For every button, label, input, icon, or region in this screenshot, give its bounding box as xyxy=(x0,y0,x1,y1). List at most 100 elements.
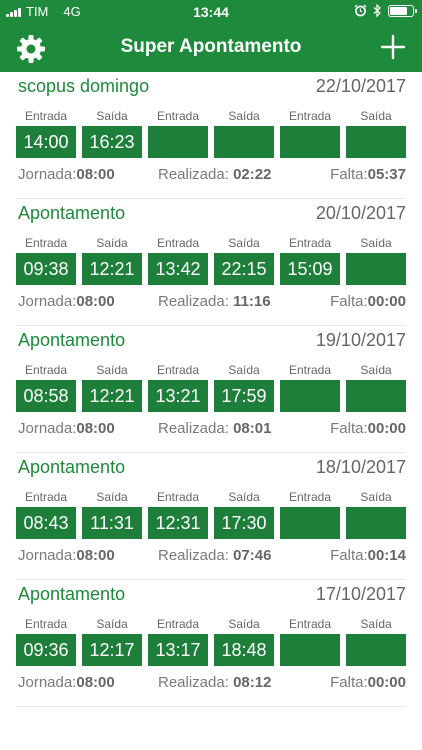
entrada-time-box[interactable] xyxy=(148,126,208,158)
falta-summary: Falta:05:37 xyxy=(330,166,406,183)
entrada-time-box[interactable]: 08:43 xyxy=(16,507,76,539)
time-slot: Entrada 13:17 xyxy=(148,616,208,666)
jornada-summary: Jornada:08:00 xyxy=(18,293,115,310)
entrada-label: Entrada xyxy=(288,363,332,377)
falta-value: 05:37 xyxy=(367,166,406,183)
entrada-label: Entrada xyxy=(156,363,200,377)
time-slot: Saída xyxy=(346,235,406,285)
jornada-label: Jornada: xyxy=(18,293,77,310)
saida-time-box[interactable] xyxy=(346,507,406,539)
falta-summary: Falta:00:14 xyxy=(330,547,406,564)
realizada-value: 08:12 xyxy=(233,674,272,691)
entrada-label: Entrada xyxy=(156,617,200,631)
realizada-label: Realizada: xyxy=(158,674,229,691)
list-item[interactable]: Apontamento 17/10/2017 Entrada 09:36 Saída 12… xyxy=(16,580,406,707)
realizada-value: 08:01 xyxy=(233,420,272,437)
entrada-time-box[interactable]: 09:38 xyxy=(16,253,76,285)
saida-time-box[interactable]: 18:48 xyxy=(214,634,274,666)
list-item[interactable]: Apontamento 19/10/2017 Entrada 08:58 Saída 12… xyxy=(16,326,406,453)
time-slot: Saída 17:30 xyxy=(214,489,274,539)
saida-time-box[interactable] xyxy=(346,253,406,285)
entrada-time-box[interactable] xyxy=(280,126,340,158)
entry-summary: Jornada:08:00 Realizada: 02:22 Falta:05:37 xyxy=(18,166,406,186)
time-slot: Entrada 13:42 xyxy=(148,235,208,285)
realizada-label: Realizada: xyxy=(158,293,229,310)
jornada-summary: Jornada:08:00 xyxy=(18,547,115,564)
jornada-summary: Jornada:08:00 xyxy=(18,166,115,183)
time-slot: Saída 18:48 xyxy=(214,616,274,666)
saida-label: Saída xyxy=(228,109,260,123)
saida-time-box[interactable] xyxy=(346,126,406,158)
entry-title: Apontamento xyxy=(18,584,126,604)
falta-value: 00:00 xyxy=(367,420,406,437)
saida-label: Saída xyxy=(228,363,260,377)
saida-label: Saída xyxy=(96,617,128,631)
list-item[interactable]: scopus domingo 22/10/2017 Entrada 14:00 Saíd… xyxy=(16,72,406,199)
time-slot: Saída 12:21 xyxy=(82,362,142,412)
saida-time-box[interactable]: 12:21 xyxy=(82,253,142,285)
falta-value: 00:00 xyxy=(367,674,406,691)
entry-title: Apontamento xyxy=(18,203,126,223)
entry-title: Apontamento xyxy=(18,330,126,350)
realizada-label: Realizada: xyxy=(158,547,229,564)
realizada-value: 02:22 xyxy=(233,166,272,183)
timesheet-list: scopus domingo 22/10/2017 Entrada 14:00 Saíd… xyxy=(0,72,422,707)
falta-label: Falta: xyxy=(330,674,368,691)
saida-label: Saída xyxy=(96,363,128,377)
entrada-label: Entrada xyxy=(288,236,332,250)
time-slot: Entrada 15:09 xyxy=(280,235,340,285)
saida-time-box[interactable] xyxy=(214,126,274,158)
jornada-value: 08:00 xyxy=(76,547,115,564)
saida-time-box[interactable]: 16:23 xyxy=(82,126,142,158)
saida-time-box[interactable]: 11:31 xyxy=(82,507,142,539)
entrada-label: Entrada xyxy=(156,490,200,504)
saida-time-box[interactable]: 17:30 xyxy=(214,507,274,539)
list-item[interactable]: Apontamento 20/10/2017 Entrada 09:38 Saída 12… xyxy=(16,199,406,326)
saida-label: Saída xyxy=(228,236,260,250)
entrada-time-box[interactable]: 13:42 xyxy=(148,253,208,285)
entrada-time-box[interactable]: 09:36 xyxy=(16,634,76,666)
entrada-label: Entrada xyxy=(156,236,200,250)
entrada-time-box[interactable]: 12:31 xyxy=(148,507,208,539)
jornada-label: Jornada: xyxy=(18,166,77,183)
saida-time-box[interactable]: 12:21 xyxy=(82,380,142,412)
nav-bar: Super Apontamento xyxy=(0,24,422,72)
entrada-time-box[interactable]: 13:17 xyxy=(148,634,208,666)
jornada-value: 08:00 xyxy=(76,166,115,183)
saida-time-box[interactable]: 22:15 xyxy=(214,253,274,285)
entrada-time-box[interactable] xyxy=(280,634,340,666)
saida-label: Saída xyxy=(96,236,128,250)
entrada-label: Entrada xyxy=(24,363,68,377)
time-slot: Entrada 14:00 xyxy=(16,108,76,158)
entrada-time-box[interactable] xyxy=(280,507,340,539)
saida-time-box[interactable] xyxy=(346,634,406,666)
time-slot: Entrada 08:58 xyxy=(16,362,76,412)
falta-value: 00:00 xyxy=(367,293,406,310)
entry-date: 20/10/2017 xyxy=(315,203,406,223)
entrada-label: Entrada xyxy=(288,490,332,504)
saida-time-box[interactable]: 17:59 xyxy=(214,380,274,412)
entrada-time-box[interactable]: 15:09 xyxy=(280,253,340,285)
jornada-value: 08:00 xyxy=(76,293,115,310)
entrada-time-box[interactable]: 13:21 xyxy=(148,380,208,412)
saida-label: Saída xyxy=(360,363,392,377)
time-slot: Entrada xyxy=(280,489,340,539)
entrada-time-box[interactable]: 08:58 xyxy=(16,380,76,412)
entrada-time-box[interactable] xyxy=(280,380,340,412)
jornada-label: Jornada: xyxy=(18,547,77,564)
entrada-label: Entrada xyxy=(24,617,68,631)
entry-summary: Jornada:08:00 Realizada: 11:16 Falta:00:00 xyxy=(18,293,406,313)
status-bar: TIM 4G 13:44 xyxy=(0,0,422,24)
time-slots: Entrada 08:43 Saída 11:31 Entrada 12:31 Saída 1… xyxy=(16,489,408,539)
time-slots: Entrada 09:38 Saída 12:21 Entrada 13:42 Saída 2… xyxy=(16,235,408,285)
realizada-summary: Realizada: 11:16 xyxy=(158,293,271,310)
plus-icon[interactable] xyxy=(380,34,406,60)
saida-time-box[interactable]: 12:17 xyxy=(82,634,142,666)
saida-label: Saída xyxy=(360,617,392,631)
list-item[interactable]: Apontamento 18/10/2017 Entrada 08:43 Saída 11… xyxy=(16,453,406,580)
battery-icon xyxy=(388,4,417,17)
entrada-time-box[interactable]: 14:00 xyxy=(16,126,76,158)
time-slot: Entrada 12:31 xyxy=(148,489,208,539)
jornada-value: 08:00 xyxy=(76,420,115,437)
saida-time-box[interactable] xyxy=(346,380,406,412)
